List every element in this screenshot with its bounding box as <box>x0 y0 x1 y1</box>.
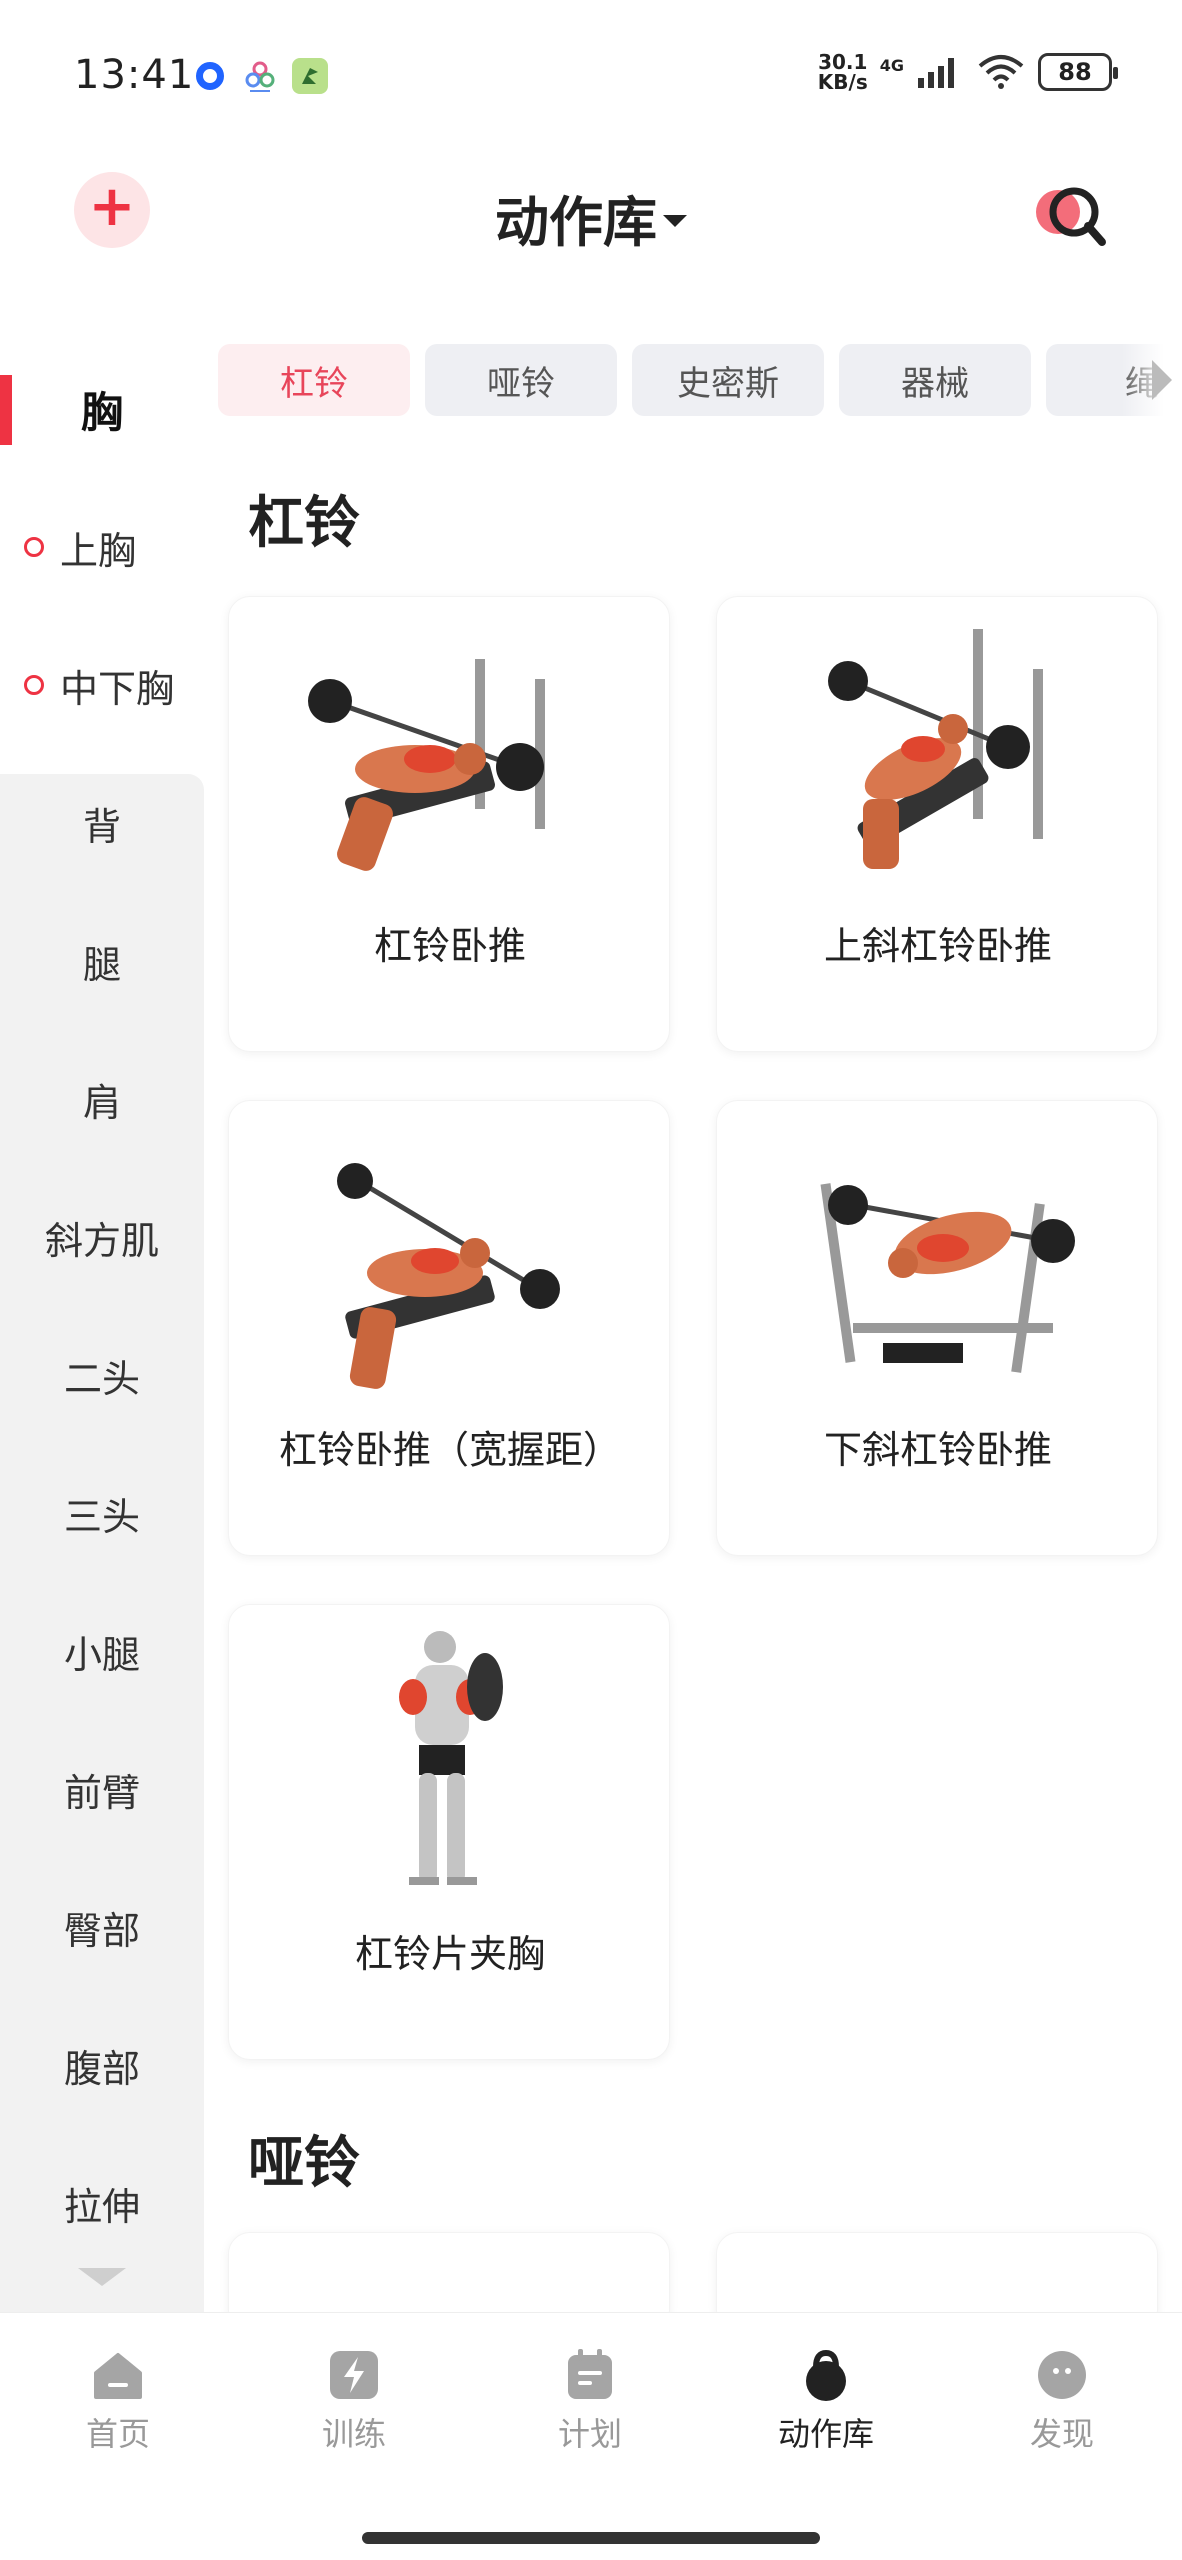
sidebar-item-label: 小腿 <box>63 1632 140 1677</box>
sidebar-item-label: 拉伸 <box>63 2184 140 2229</box>
exercise-illustration <box>399 1631 503 1885</box>
status-bar: 13:41 30.1 KB/s 4G 88 <box>0 0 1182 150</box>
sidebar-item-trapezius[interactable]: 斜方肌 <box>0 1168 204 1306</box>
sidebar-item-label: 斜方肌 <box>44 1218 159 1263</box>
sidebar-item-upper-chest[interactable]: 上胸 <box>0 478 204 616</box>
active-indicator <box>0 375 12 445</box>
sidebar-item-abs[interactable]: 腹部 <box>0 1996 204 2134</box>
muscle-category-sidebar: 胸 上胸 中下胸 背 腿 肩 斜方肌 二头 三头 小腿 前臂 臀部 腹部 拉伸 <box>0 340 204 2354</box>
tab-machine[interactable]: 器械 <box>839 344 1031 416</box>
sub-dot-icon <box>24 537 44 557</box>
exercise-name: 杠铃卧推（宽握距） <box>278 1428 621 1472</box>
sidebar-item-chest[interactable]: 胸 <box>0 340 204 478</box>
network-speed: 30.1 KB/s <box>817 50 868 94</box>
sidebar-item-label: 背 <box>82 804 121 849</box>
sidebar-item-label: 腿 <box>82 942 121 987</box>
title-dropdown[interactable]: 动作库 <box>0 178 1182 257</box>
sidebar-item-stretch[interactable]: 拉伸 <box>0 2134 204 2272</box>
notification-icons <box>192 58 328 94</box>
app-notification-icon <box>292 58 328 94</box>
nav-label: 动作库 <box>777 2415 874 2453</box>
tab-barbell[interactable]: 杠铃 <box>218 344 410 416</box>
discover-face-icon <box>1038 2351 1086 2399</box>
exercise-card[interactable]: 上斜杠铃卧推 <box>716 596 1158 1052</box>
exercise-illustration <box>828 629 1043 869</box>
exercise-card[interactable]: 杠铃片夹胸 <box>228 1604 670 2060</box>
exercise-card[interactable]: 下斜杠铃卧推 <box>716 1100 1158 1556</box>
sidebar-item-label: 胸 <box>80 387 123 437</box>
bottom-navigation: 首页 训练 计划 动作库 发现 <box>0 2312 1182 2560</box>
sidebar-item-back[interactable]: 背 <box>0 754 204 892</box>
tab-smith[interactable]: 史密斯 <box>632 344 824 416</box>
nav-plan[interactable]: 计划 <box>472 2347 708 2455</box>
nav-home[interactable]: 首页 <box>0 2347 236 2455</box>
exercise-illustration <box>308 659 545 871</box>
status-indicators: 30.1 KB/s 4G 88 <box>817 50 1118 94</box>
nav-training[interactable]: 训练 <box>236 2347 472 2455</box>
page-title: 动作库 <box>495 191 657 254</box>
nav-label: 首页 <box>85 2415 150 2453</box>
sidebar-item-label: 前臂 <box>63 1770 140 1815</box>
nav-label: 训练 <box>321 2415 386 2453</box>
section-title: 哑铃 <box>248 2131 360 2196</box>
search-button[interactable] <box>1030 180 1112 250</box>
sidebar-item-calves[interactable]: 小腿 <box>0 1582 204 1720</box>
network-type: 4G <box>879 56 904 75</box>
sidebar-item-label: 中下胸 <box>60 666 175 711</box>
sidebar-item-glutes[interactable]: 臀部 <box>0 1858 204 1996</box>
nav-discover[interactable]: 发现 <box>944 2347 1180 2455</box>
home-indicator[interactable] <box>362 2532 820 2544</box>
exercise-illustration <box>820 1183 1075 1373</box>
exercise-card[interactable]: 杠铃卧推（宽握距） <box>228 1100 670 1556</box>
app-notification-icon <box>192 58 228 94</box>
status-time: 13:41 <box>74 52 195 98</box>
nav-label: 发现 <box>1029 2415 1094 2453</box>
battery-indicator: 88 <box>1038 53 1118 91</box>
kettlebell-icon <box>806 2349 846 2401</box>
sidebar-item-label: 二头 <box>63 1356 140 1401</box>
sidebar-item-biceps[interactable]: 二头 <box>0 1306 204 1444</box>
tab-dumbbell[interactable]: 哑铃 <box>425 344 617 416</box>
scroll-right-icon[interactable] <box>1122 344 1182 416</box>
sidebar-item-forearms[interactable]: 前臂 <box>0 1720 204 1858</box>
calendar-icon <box>568 2349 612 2399</box>
exercise-card[interactable]: 杠铃卧推 <box>228 596 670 1052</box>
wifi-icon <box>978 55 1024 89</box>
search-icon <box>1036 187 1106 246</box>
chevron-down-icon[interactable] <box>78 2268 126 2286</box>
sidebar-item-legs[interactable]: 腿 <box>0 892 204 1030</box>
sidebar-item-label: 肩 <box>82 1080 121 1125</box>
exercise-name: 上斜杠铃卧推 <box>823 924 1052 968</box>
exercise-illustration <box>337 1163 560 1389</box>
exercise-name: 杠铃卧推 <box>373 924 526 968</box>
lightning-icon <box>330 2351 378 2399</box>
app-notification-icon <box>242 58 278 94</box>
sidebar-item-label: 臀部 <box>63 1908 140 1953</box>
caret-down-icon <box>663 214 687 227</box>
sidebar-item-label: 上胸 <box>60 528 137 573</box>
equipment-filter-tabs: 杠铃 哑铃 史密斯 器械 绳 <box>218 344 1182 418</box>
sidebar-item-label: 三头 <box>63 1494 140 1539</box>
sidebar-item-triceps[interactable]: 三头 <box>0 1444 204 1582</box>
exercise-name: 杠铃片夹胸 <box>354 1932 545 1976</box>
signal-icon <box>918 58 954 88</box>
sidebar-item-label: 腹部 <box>63 2046 140 2091</box>
sidebar-item-lower-chest[interactable]: 中下胸 <box>0 616 204 754</box>
nav-label: 计划 <box>557 2415 622 2453</box>
top-header: + 动作库 <box>0 150 1182 280</box>
exercise-name: 下斜杠铃卧推 <box>823 1428 1052 1472</box>
home-icon <box>94 2353 142 2399</box>
section-title: 杠铃 <box>248 491 360 556</box>
nav-exercise-library[interactable]: 动作库 <box>708 2347 944 2455</box>
sidebar-item-shoulders[interactable]: 肩 <box>0 1030 204 1168</box>
sub-dot-icon <box>24 675 44 695</box>
